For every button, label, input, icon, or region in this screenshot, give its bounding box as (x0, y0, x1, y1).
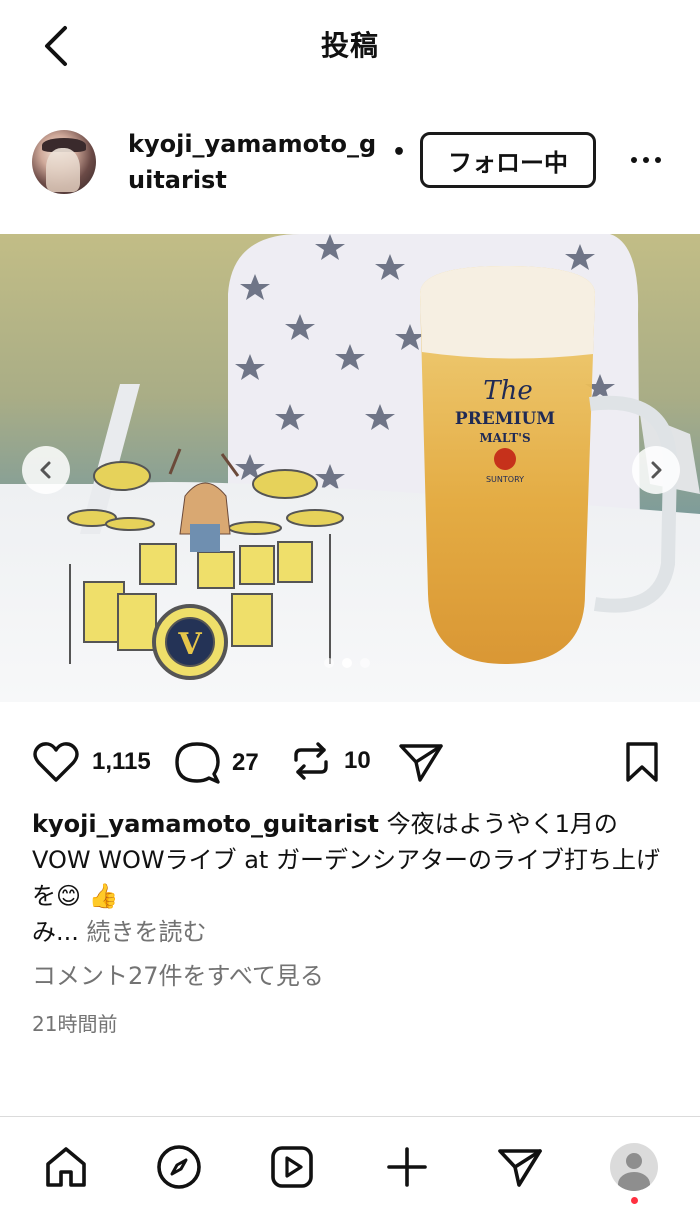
carousel-dot-active (342, 658, 352, 668)
author-username[interactable]: kyoji_yamamoto_guitarist (128, 126, 386, 198)
nav-home-button[interactable] (40, 1141, 92, 1193)
post-timestamp: 21時間前 (32, 1012, 118, 1036)
separator-dot: • (392, 140, 407, 165)
post-author-row: kyoji_yamamoto_guitarist • フォロー中 (0, 118, 700, 208)
send-icon (498, 1149, 542, 1187)
send-icon (399, 744, 443, 782)
more-options-button[interactable] (622, 138, 670, 182)
plus-icon (387, 1147, 427, 1187)
svg-text:V: V (177, 627, 202, 662)
like-count[interactable]: 1,115 (92, 748, 151, 776)
carousel-dot (324, 658, 334, 668)
svg-text:The: The (483, 376, 532, 406)
comment-button[interactable]: 27 (174, 740, 259, 786)
default-avatar-icon (626, 1153, 642, 1169)
post-image-carousel[interactable]: The PREMIUM MALT'S SUNTORY V (0, 234, 700, 702)
post-photo: The PREMIUM MALT'S SUNTORY V (0, 234, 700, 702)
home-icon (46, 1147, 86, 1187)
carousel-next-button[interactable] (632, 446, 680, 494)
read-more-link[interactable]: 続きを読む (79, 918, 207, 946)
caption-truncated-text: み... (32, 918, 79, 946)
bookmark-icon (626, 742, 658, 782)
chevron-right-icon (651, 461, 662, 479)
svg-text:PREMIUM: PREMIUM (455, 409, 555, 429)
carousel-previous-button[interactable] (22, 446, 70, 494)
nav-explore-button[interactable] (153, 1141, 205, 1193)
notification-dot (631, 1197, 638, 1204)
repost-button[interactable]: 10 (290, 740, 371, 782)
nav-reels-button[interactable] (266, 1141, 318, 1193)
compass-icon (157, 1145, 201, 1189)
bottom-navigation (0, 1116, 700, 1216)
page-title: 投稿 (320, 29, 379, 62)
reels-icon (271, 1146, 313, 1188)
carousel-indicator (324, 658, 370, 668)
heart-icon (33, 742, 79, 782)
share-button[interactable] (398, 740, 444, 784)
caption-username[interactable]: kyoji_yamamoto_guitarist (32, 810, 379, 838)
carousel-dot (360, 658, 370, 668)
like-button[interactable]: 1,115 (32, 740, 151, 784)
nav-profile-avatar[interactable] (610, 1143, 658, 1191)
svg-text:SUNTORY: SUNTORY (486, 475, 524, 484)
comment-count: 27 (232, 749, 259, 776)
post-actions: 1,115 27 10 (0, 734, 700, 794)
svg-text:MALT'S: MALT'S (479, 431, 530, 445)
post-caption: kyoji_yamamoto_guitarist 今夜はようやく1月のVOW W… (32, 806, 672, 950)
more-horizontal-icon (631, 157, 637, 163)
repost-icon (294, 742, 328, 780)
top-bar: 投稿 (0, 0, 700, 92)
chevron-left-icon (40, 461, 51, 479)
view-all-comments-link[interactable]: コメント27件をすべて見る (32, 956, 324, 991)
author-avatar[interactable] (32, 130, 96, 194)
following-button[interactable]: フォロー中 (420, 132, 596, 188)
nav-messages-button[interactable] (494, 1141, 546, 1193)
nav-create-button[interactable] (381, 1141, 433, 1193)
repost-count: 10 (344, 747, 371, 774)
save-button[interactable] (622, 740, 662, 784)
comment-bubble-icon (175, 742, 220, 784)
